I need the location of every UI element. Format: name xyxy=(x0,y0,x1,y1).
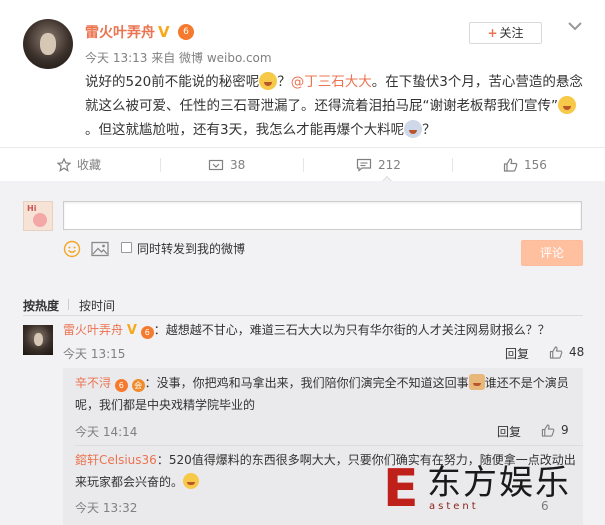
comment-text: ：越想越不甘心，难道三石大大以为只有华尔街的人才关注网易财报么？？ xyxy=(153,323,550,337)
comment-button[interactable]: 212 xyxy=(356,148,401,182)
verified-badge-icon: V xyxy=(126,323,137,338)
laugh-cry-emoji-icon xyxy=(558,96,576,114)
reply-like-button[interactable]: 9 xyxy=(541,423,569,437)
author-name[interactable]: 雷火叶弄舟 xyxy=(85,22,155,42)
scared-emoji-icon xyxy=(404,120,423,138)
emoji-picker-icon[interactable] xyxy=(63,240,81,258)
post-content: 说好的520前不能说的秘密呢 ？@丁三石大大。在下蛰伏3个月，苦心营造的悬念就这么… xyxy=(85,70,585,142)
repost-count: 38 xyxy=(230,158,246,172)
watermark-text: 东方娱乐 xyxy=(427,463,571,503)
post-source: 来自 微博 weibo.com xyxy=(151,51,272,65)
follow-button[interactable]: + 关注 xyxy=(469,22,542,44)
post-text-2: ？ xyxy=(277,74,291,90)
reply-time: 今天 14:14 xyxy=(75,425,138,439)
image-upload-icon[interactable] xyxy=(91,241,109,257)
like-count: 156 xyxy=(524,158,547,172)
comment-like-count: 48 xyxy=(569,345,585,359)
member-badge-icon: 会 xyxy=(131,379,145,392)
reply-like-count: 9 xyxy=(561,423,569,437)
comment-reply-button[interactable]: 回复 xyxy=(505,345,529,362)
author-avatar[interactable] xyxy=(23,19,73,69)
action-divider xyxy=(303,158,304,172)
cat-emoji-icon xyxy=(468,374,485,390)
comment-time: 今天 13:15 xyxy=(63,347,126,361)
comment-icon xyxy=(356,158,372,172)
weibo-post: 雷火叶弄舟 V 6 今天 13:13 来自 微博 weibo.com + 关注 说… xyxy=(0,0,605,147)
repost-button[interactable]: 38 xyxy=(208,148,245,182)
mention-link[interactable]: @丁三石大大 xyxy=(291,74,372,90)
level-badge-icon: 6 xyxy=(140,326,154,339)
blush-emoji-icon xyxy=(183,473,200,489)
post-text-5: ？ xyxy=(422,122,436,138)
repost-icon xyxy=(208,159,224,171)
reply-author[interactable]: 鎔轩Celsius36 xyxy=(75,453,157,467)
plus-icon: + xyxy=(487,26,498,40)
comment-input[interactable] xyxy=(63,201,582,230)
comment-item: 雷火叶弄舟 V 6 ：越想越不甘心，难道三石大大以为只有华尔街的人才关注网易财报么… xyxy=(63,319,583,342)
follow-label: 关注 xyxy=(499,26,524,40)
repost-checkbox[interactable] xyxy=(121,242,132,253)
comment-avatar[interactable] xyxy=(23,325,53,355)
like-button[interactable]: 156 xyxy=(503,148,547,182)
sort-divider xyxy=(68,299,69,310)
current-user-avatar xyxy=(23,201,53,231)
comments-divider xyxy=(23,315,583,316)
chevron-down-icon[interactable] xyxy=(567,18,583,34)
post-meta: 今天 13:13 来自 微博 weibo.com xyxy=(85,49,272,66)
watermark-subtext: astent xyxy=(429,501,479,512)
repost-checkbox-label[interactable]: 同时转发到我的微博 xyxy=(137,240,245,257)
watermark-logo: E 东方娱乐 astent xyxy=(383,461,605,525)
action-divider xyxy=(452,158,453,172)
reply-text-1: ：没事，你把鸡和马拿出来，我们陪你们演完全不知道这回事 xyxy=(144,376,469,390)
post-text-1: 说好的520前不能说的秘密呢 xyxy=(85,74,260,90)
thumbs-up-icon xyxy=(549,345,563,359)
post-action-bar: 收藏 38 212 156 xyxy=(0,147,605,181)
sort-by-time[interactable]: 按时间 xyxy=(79,297,115,314)
reply-item: 辛不浔 6 会：没事，你把鸡和马拿出来，我们陪你们演完全不知道这回事 谁还不是个演… xyxy=(75,372,580,416)
level-badge-icon: 6 xyxy=(178,24,194,40)
post-time[interactable]: 今天 13:13 xyxy=(85,51,147,65)
favorite-button[interactable]: 收藏 xyxy=(57,148,101,182)
sort-by-hot[interactable]: 按热度 xyxy=(23,297,59,314)
star-icon xyxy=(57,158,71,172)
reply-author[interactable]: 辛不浔 xyxy=(75,376,111,390)
submit-comment-button[interactable]: 评论 xyxy=(521,240,583,266)
post-text-4: 。但这就尴尬啦，还有3天，我怎么才能再爆个大料呢 xyxy=(85,122,405,138)
dizzy-emoji-icon xyxy=(259,72,278,90)
action-divider xyxy=(160,158,161,172)
verified-badge-icon: V xyxy=(158,23,170,41)
watermark-mark: E xyxy=(383,459,419,519)
level-badge-icon: 6 xyxy=(114,379,128,392)
comment-author[interactable]: 雷火叶弄舟 xyxy=(63,323,123,337)
reply-reply-button[interactable]: 回复 xyxy=(497,423,521,440)
thumbs-up-icon xyxy=(541,423,555,437)
reply-time: 今天 13:32 xyxy=(75,501,138,515)
thumbs-up-icon xyxy=(503,158,518,172)
reply-divider xyxy=(75,445,583,446)
favorite-label: 收藏 xyxy=(77,158,102,172)
comment-like-button[interactable]: 48 xyxy=(549,345,584,359)
